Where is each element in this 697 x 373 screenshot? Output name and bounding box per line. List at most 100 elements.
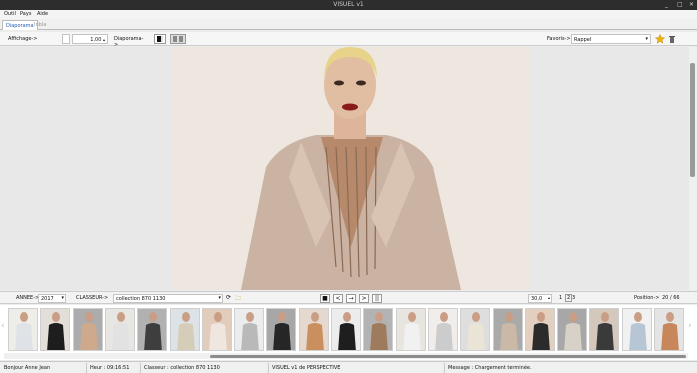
thumbnail-image xyxy=(299,309,328,350)
main-photo[interactable] xyxy=(171,47,530,290)
pause-button[interactable]: || xyxy=(372,294,382,303)
thumbnail-item[interactable] xyxy=(72,308,103,351)
annee-label: ANNEE-> xyxy=(16,295,40,301)
folder-icon[interactable]: 🗀 xyxy=(235,294,241,304)
title-bar: VISUEL v1 _ □ ✕ xyxy=(0,0,697,10)
scroll-left-icon[interactable]: ‹ xyxy=(1,321,5,331)
menu-outil[interactable]: Outil xyxy=(4,11,16,17)
menu-aide[interactable]: Aide xyxy=(37,11,48,17)
scroll-right-icon[interactable]: › xyxy=(688,321,692,331)
thumbnail-item[interactable] xyxy=(137,308,168,351)
thumbnail-item[interactable] xyxy=(427,308,458,351)
thumbnail-item[interactable] xyxy=(524,308,555,351)
thumbnail-image xyxy=(622,309,651,350)
chevron-down-icon: ▾ xyxy=(645,36,648,42)
menu-pays[interactable]: Pays xyxy=(20,11,31,17)
thumbnail-image xyxy=(558,309,587,350)
horizontal-scroll-thumb[interactable] xyxy=(210,355,686,358)
play-button[interactable]: → xyxy=(346,294,356,303)
thumbnail-image xyxy=(9,309,37,350)
thumbnail-image xyxy=(267,309,296,350)
position-value: 20 / 66 xyxy=(662,295,680,301)
vertical-scroll-thumb[interactable] xyxy=(690,63,695,177)
single-view-button[interactable] xyxy=(154,34,166,44)
toolbar: Affichage-> 1,00 ▴ Diaporama-> Favoris->… xyxy=(0,32,697,48)
thumbnail-item[interactable] xyxy=(460,308,491,351)
trash-icon xyxy=(669,36,675,43)
spinner-arrows-icon[interactable]: ▴ xyxy=(103,37,105,42)
thumbnail-image xyxy=(105,309,134,350)
thumbnail-image xyxy=(364,309,393,350)
favoris-value: Rappel xyxy=(574,37,592,43)
annee-select[interactable]: 2017 ▾ xyxy=(38,294,66,303)
fashion-photo-image xyxy=(171,47,530,290)
position-label: Position-> xyxy=(634,295,660,301)
tab-inbla[interactable]: Inbla xyxy=(31,20,49,30)
affichage-label: Affichage-> xyxy=(8,36,38,42)
minimize-button[interactable]: _ xyxy=(665,1,668,8)
tab-bar: Diaporama Inbla xyxy=(0,19,697,30)
close-button[interactable]: ✕ xyxy=(689,1,694,8)
chevron-down-icon: ▾ xyxy=(218,295,221,301)
dual-view-button[interactable] xyxy=(170,34,186,44)
control-bar: ANNEE-> 2017 ▾ CLASSEUR-> collection 870… xyxy=(0,291,697,304)
status-bar: Bonjour Anne Jean Heur : 09:16:51 Classe… xyxy=(0,361,697,373)
thumbnail-item[interactable] xyxy=(395,308,426,351)
single-view-icon xyxy=(157,36,163,42)
speed-value: 30,0 xyxy=(531,296,543,302)
thumbnail-item[interactable] xyxy=(201,308,232,351)
thumbnail-strip[interactable]: ‹ › xyxy=(0,305,697,360)
thumbnail-item[interactable] xyxy=(654,308,684,351)
classeur-value: collection 870 1130 xyxy=(116,296,166,302)
menu-bar: Outil Pays Aide xyxy=(0,10,697,19)
thumbnail-image xyxy=(493,309,522,350)
thumbnail-item[interactable] xyxy=(234,308,265,351)
status-version: VISUEL v1 de PERSPECTIVE xyxy=(272,365,341,371)
thumbnail-image xyxy=(428,309,457,350)
thumbnail-image xyxy=(590,309,619,350)
star-favorite-button[interactable] xyxy=(654,33,666,44)
favoris-select[interactable]: Rappel ▾ xyxy=(571,34,651,44)
thumbnail-image xyxy=(41,309,70,350)
thumbnail-image xyxy=(235,309,264,350)
maximize-button[interactable]: □ xyxy=(677,1,683,8)
classeur-select[interactable]: collection 870 1130 ▾ xyxy=(113,294,223,303)
status-greeting: Bonjour Anne Jean xyxy=(4,365,51,371)
thumbnail-image xyxy=(332,309,360,350)
status-hour: Heur : 09:16:51 xyxy=(90,365,130,371)
thumbnail-item[interactable] xyxy=(169,308,200,351)
thumbnail-item[interactable] xyxy=(266,308,297,351)
thumbnail-item[interactable] xyxy=(557,308,588,351)
thumbnail-item[interactable] xyxy=(8,308,38,351)
chevron-down-icon: ▾ xyxy=(61,295,64,301)
speed-spinner[interactable]: 30,0 ▴ xyxy=(528,294,552,303)
zoom-spinner[interactable]: 1,00 ▴ xyxy=(72,34,108,44)
status-classeur: Classeur : collection 870 1130 xyxy=(144,365,220,371)
thumbnail-item[interactable] xyxy=(331,308,361,351)
page-link-3[interactable]: 3 xyxy=(572,295,575,301)
next-button[interactable]: > xyxy=(359,294,369,303)
spinner-arrows-icon: ▴ xyxy=(547,295,550,300)
diaporama-label: Diaporama-> xyxy=(114,36,144,48)
thumbnail-image xyxy=(525,309,554,350)
zoom-value: 1,00 xyxy=(90,37,102,43)
refresh-icon[interactable]: ⟳ xyxy=(226,294,231,301)
thumbnail-image xyxy=(461,309,490,350)
affichage-checkbox[interactable] xyxy=(62,34,70,44)
thumbnail-item[interactable] xyxy=(298,308,329,351)
thumbnail-image xyxy=(73,309,102,350)
stop-button[interactable]: ■ xyxy=(320,294,330,303)
delete-favorite-button[interactable] xyxy=(667,34,677,44)
thumbnail-item[interactable] xyxy=(621,308,652,351)
previous-button[interactable]: < xyxy=(333,294,343,303)
thumbnail-item[interactable] xyxy=(40,308,71,351)
annee-value: 2017 xyxy=(41,296,54,302)
thumbnail-item[interactable] xyxy=(104,308,135,351)
status-message: Message : Chargement terminée. xyxy=(448,365,532,371)
thumbnail-item[interactable] xyxy=(363,308,394,351)
thumbnail-item[interactable] xyxy=(492,308,523,351)
page-link-1[interactable]: 1 xyxy=(559,295,562,301)
thumbnail-image xyxy=(655,309,683,350)
thumbnail-image xyxy=(170,309,199,350)
thumbnail-item[interactable] xyxy=(589,308,620,351)
